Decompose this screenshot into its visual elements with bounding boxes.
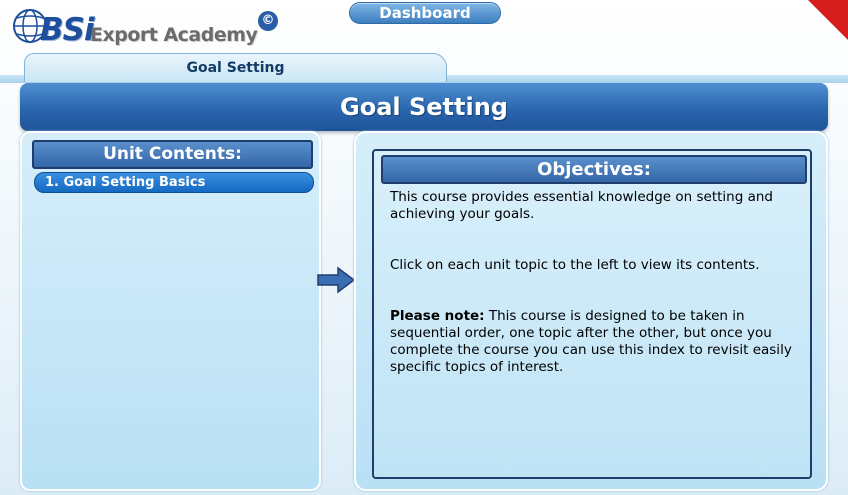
objectives-box: Objectives: This course provides essenti… <box>372 149 812 479</box>
objectives-paragraph-1: This course provides essential knowledge… <box>390 189 773 222</box>
unit-item-goal-setting-basics[interactable]: 1. Goal Setting Basics <box>34 172 314 193</box>
arrow-right-icon <box>317 266 356 294</box>
dashboard-button[interactable]: Dashboard <box>349 2 501 24</box>
logo: BSi Export Academy <box>10 2 280 50</box>
breadcrumb: Goal Setting <box>24 53 447 82</box>
objectives-text: This course provides essential knowledge… <box>390 189 800 410</box>
objectives-heading: Objectives: <box>381 155 807 184</box>
tab-strip: Goal Setting <box>0 53 848 83</box>
objectives-paragraph-2: Click on each unit topic to the left to … <box>390 257 760 273</box>
objectives-note: Please note: This course is designed to … <box>390 308 800 376</box>
copyright-icon: © <box>258 11 278 31</box>
page-title: Goal Setting <box>20 83 828 131</box>
objectives-panel: Objectives: This course provides essenti… <box>354 131 828 491</box>
unit-contents-panel: Unit Contents: 1. Goal Setting Basics <box>20 131 321 491</box>
note-label: Please note: <box>390 308 485 324</box>
corner-flag <box>808 0 848 40</box>
logo-bsi-text: BSi <box>40 12 95 48</box>
logo-academy-text: Export Academy <box>90 24 258 46</box>
unit-contents-heading: Unit Contents: <box>32 140 313 169</box>
